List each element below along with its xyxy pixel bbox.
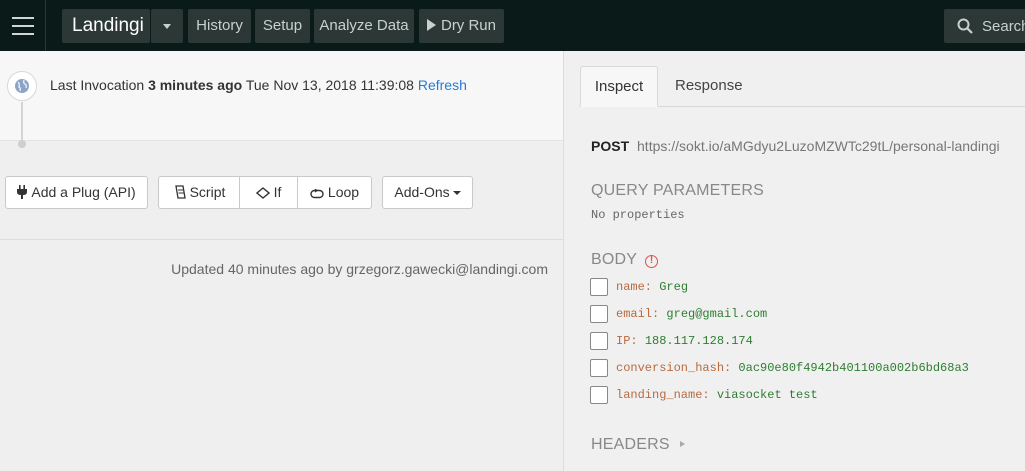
timeline-dot [18,140,26,148]
script-label: Script [189,184,226,200]
search-box[interactable] [944,9,1025,43]
search-input[interactable] [982,9,1025,43]
if-button[interactable]: If [239,176,298,209]
info-icon[interactable]: ! [645,255,659,268]
last-updated-text: Updated 40 minutes ago by grzegorz.gawec… [171,261,548,277]
body-title-label: BODY [591,251,638,268]
param-value: 0ac90e80f4942b401100a002b6bd68a3 [738,361,969,375]
add-plug-button[interactable]: Add a Plug (API) [5,176,148,209]
dry-run-button[interactable]: Dry Run [419,9,504,43]
param-checkbox[interactable] [590,278,608,296]
invocation-timestamp: Tue Nov 13, 2018 11:39:08 [245,77,414,93]
request-line: POST https://sokt.io/aMGdyu2LuzoMZWTc29t… [591,138,1000,154]
invocation-relative-time: 3 minutes ago [148,77,243,93]
inspector-tabs: Inspect Response [579,66,1025,107]
no-properties-text: No properties [591,208,685,222]
param-checkbox[interactable] [590,359,608,377]
param-value: Greg [659,280,689,294]
timeline-line [21,102,23,142]
loop-button[interactable]: Loop [297,176,372,209]
param-checkbox[interactable] [590,386,608,404]
caret-down-icon [452,191,461,196]
flow-dropdown-button[interactable] [151,9,183,43]
history-button[interactable]: History [188,9,251,43]
inspector-panel: Inspect Response POST https://sokt.io/aM… [563,51,1025,471]
headers-title: HEADERS [591,436,670,453]
param-key: name: [616,280,653,294]
http-method: POST [591,138,630,154]
chevron-right-icon [679,441,685,447]
param-key: IP: [616,334,638,348]
divider [0,239,563,240]
hamburger-menu-icon[interactable] [0,0,46,51]
param-value: viasocket test [716,388,818,402]
setup-button[interactable]: Setup [255,9,310,43]
script-icon [173,179,186,210]
script-button[interactable]: Script [158,176,240,209]
loop-icon [310,179,324,210]
plug-icon [17,179,28,210]
last-invocation-text: Last Invocation 3 minutes ago Tue Nov 13… [50,77,467,93]
flow-actions-toolbar: Add a Plug (API) Script If Loop Add-Ons [0,176,563,209]
invocation-prefix: Last Invocation [50,77,145,93]
flow-title-button[interactable]: Landingi [62,9,150,43]
dry-run-label: Dry Run [440,17,496,34]
if-label: If [273,184,282,200]
loop-label: Loop [327,184,360,200]
param-key: conversion_hash: [616,361,732,375]
last-invocation-card: Last Invocation 3 minutes ago Tue Nov 13… [0,51,563,148]
top-navbar: Landingi History Setup Analyze Data Dry … [0,0,1025,51]
analyze-data-button[interactable]: Analyze Data [314,9,414,43]
play-icon [426,19,436,31]
param-key: email: [616,307,660,321]
param-checkbox[interactable] [590,332,608,350]
refresh-link[interactable]: Refresh [418,77,467,93]
query-parameters-title: QUERY PARAMETERS [591,182,765,199]
param-key: landing_name: [616,388,710,402]
headers-section-toggle[interactable]: HEADERS [591,436,685,454]
flow-editor-panel: Last Invocation 3 minutes ago Tue Nov 13… [0,51,563,471]
add-ons-label: Add-Ons [394,184,450,200]
param-checkbox[interactable] [590,305,608,323]
search-icon [957,18,973,34]
add-plug-label: Add a Plug (API) [31,184,136,200]
param-value: 188.117.128.174 [644,334,753,348]
param-value: greg@gmail.com [666,307,768,321]
body-title: BODY! [591,251,659,269]
tab-inspect[interactable]: Inspect [580,66,658,107]
request-url: https://sokt.io/aMGdyu2LuzoMZWTc29tL/per… [637,138,1000,154]
globe-icon [7,71,37,101]
tab-response[interactable]: Response [675,66,743,107]
chevron-down-icon [163,23,171,29]
add-ons-dropdown[interactable]: Add-Ons [382,176,473,209]
diamond-icon [255,179,270,210]
